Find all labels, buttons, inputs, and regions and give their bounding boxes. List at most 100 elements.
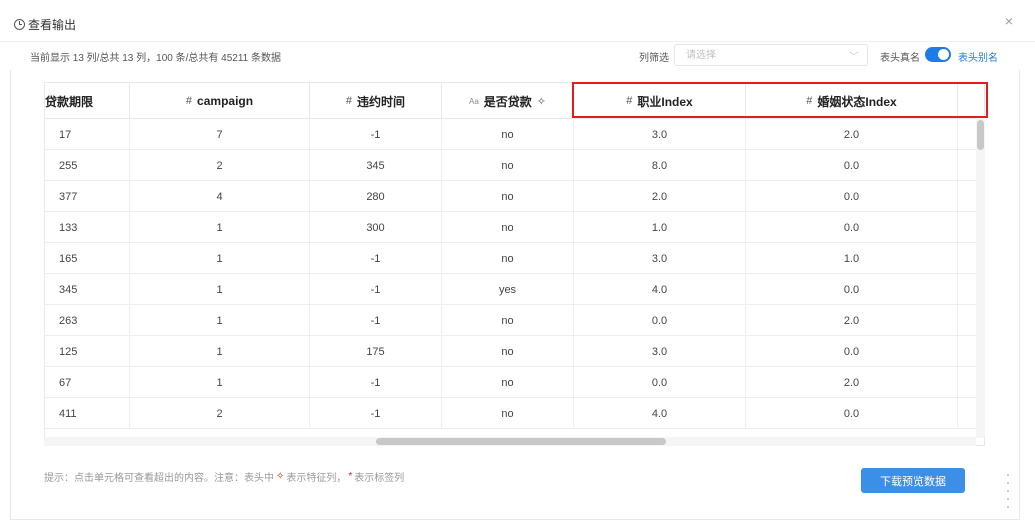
- table-row: 165 1 -1 no 3.0 1.0: [45, 243, 984, 274]
- table-row: 411 2 -1 no 4.0 0.0: [45, 398, 984, 429]
- cell-job-index[interactable]: 4.0: [574, 398, 746, 428]
- cell-default-time[interactable]: -1: [310, 367, 442, 397]
- table-row: 67 1 -1 no 0.0 2.0: [45, 367, 984, 398]
- cell-loan-term[interactable]: 67: [45, 367, 130, 397]
- cell-has-loan[interactable]: no: [442, 181, 574, 211]
- close-icon[interactable]: ×: [1005, 13, 1013, 29]
- cell-job-index[interactable]: 3.0: [574, 119, 746, 149]
- column-filter-select[interactable]: ﹀: [674, 44, 868, 66]
- cell-loan-term[interactable]: 17: [45, 119, 130, 149]
- cell-campaign[interactable]: 2: [130, 398, 310, 428]
- column-header-campaign[interactable]: # campaign: [130, 83, 310, 119]
- column-header-has-loan[interactable]: Aa 是否贷款 ✧: [442, 83, 574, 119]
- cell-has-loan[interactable]: no: [442, 243, 574, 273]
- cell-job-index[interactable]: 8.0: [574, 150, 746, 180]
- cell-marital-index[interactable]: 0.0: [746, 274, 958, 304]
- header-alias-toggle[interactable]: [925, 47, 951, 62]
- column-header-loan-term[interactable]: 贷款期限: [45, 83, 130, 119]
- cell-has-loan[interactable]: no: [442, 212, 574, 242]
- cell-has-loan[interactable]: no: [442, 305, 574, 335]
- cell-campaign[interactable]: 4: [130, 181, 310, 211]
- cell-default-time[interactable]: -1: [310, 119, 442, 149]
- table-row: 263 1 -1 no 0.0 2.0: [45, 305, 984, 336]
- table-row: 255 2 345 no 8.0 0.0: [45, 150, 984, 181]
- cell-campaign[interactable]: 1: [130, 367, 310, 397]
- cell-job-index[interactable]: 0.0: [574, 367, 746, 397]
- header-divider: [0, 41, 1035, 42]
- cell-has-loan[interactable]: no: [442, 150, 574, 180]
- cell-default-time[interactable]: 300: [310, 212, 442, 242]
- data-table: 贷款期限 # campaign # 违约时间 Aa 是否贷款 ✧ # 职业Ind…: [44, 82, 985, 446]
- column-header-label: 违约时间: [357, 94, 406, 109]
- cell-campaign[interactable]: 1: [130, 305, 310, 335]
- dialog-title: 查看输出: [28, 17, 77, 32]
- cell-job-index[interactable]: 3.0: [574, 336, 746, 366]
- cell-has-loan[interactable]: yes: [442, 274, 574, 304]
- cell-default-time[interactable]: 345: [310, 150, 442, 180]
- cell-default-time[interactable]: -1: [310, 243, 442, 273]
- cell-job-index[interactable]: 0.0: [574, 305, 746, 335]
- cell-loan-term[interactable]: 133: [45, 212, 130, 242]
- cell-job-index[interactable]: 2.0: [574, 181, 746, 211]
- cell-campaign[interactable]: 2: [130, 150, 310, 180]
- table-row: 345 1 -1 yes 4.0 0.0: [45, 274, 984, 305]
- cell-loan-term[interactable]: 411: [45, 398, 130, 428]
- feature-column-icon: ✧: [536, 95, 547, 108]
- output-dialog: 查看输出 × 当前显示 13 列/总共 13 列，100 条/总共有 45211…: [0, 0, 1035, 530]
- toggle-knob: [938, 49, 949, 60]
- highlight-box: [572, 82, 988, 118]
- cell-job-index[interactable]: 1.0: [574, 212, 746, 242]
- cell-campaign[interactable]: 7: [130, 119, 310, 149]
- numeric-type-icon: #: [345, 95, 353, 107]
- cell-campaign[interactable]: 1: [130, 336, 310, 366]
- cell-marital-index[interactable]: 0.0: [746, 336, 958, 366]
- cell-marital-index[interactable]: 0.0: [746, 150, 958, 180]
- cell-marital-index[interactable]: 1.0: [746, 243, 958, 273]
- cell-marital-index[interactable]: 0.0: [746, 398, 958, 428]
- cell-loan-term[interactable]: 125: [45, 336, 130, 366]
- cell-marital-index[interactable]: 0.0: [746, 181, 958, 211]
- cell-has-loan[interactable]: no: [442, 367, 574, 397]
- cell-default-time[interactable]: -1: [310, 398, 442, 428]
- cell-loan-term[interactable]: 165: [45, 243, 130, 273]
- cell-has-loan[interactable]: no: [442, 398, 574, 428]
- data-summary: 当前显示 13 列/总共 13 列，100 条/总共有 45211 条数据: [30, 53, 282, 64]
- cell-has-loan[interactable]: no: [442, 119, 574, 149]
- column-header-default-time[interactable]: # 违约时间: [310, 83, 442, 119]
- clock-icon: [14, 18, 25, 30]
- cell-marital-index[interactable]: 2.0: [746, 367, 958, 397]
- alias-label: 表头别名: [958, 53, 998, 64]
- cell-marital-index[interactable]: 2.0: [746, 305, 958, 335]
- table-row: 125 1 175 no 3.0 0.0: [45, 336, 984, 367]
- resize-grip-icon[interactable]: [1007, 474, 1009, 514]
- cell-has-loan[interactable]: no: [442, 336, 574, 366]
- download-preview-button[interactable]: 下载预览数据: [861, 468, 965, 493]
- horizontal-scroll-thumb[interactable]: [376, 438, 666, 445]
- cell-campaign[interactable]: 1: [130, 243, 310, 273]
- cell-marital-index[interactable]: 0.0: [746, 212, 958, 242]
- cell-loan-term[interactable]: 345: [45, 274, 130, 304]
- cell-campaign[interactable]: 1: [130, 274, 310, 304]
- cell-marital-index[interactable]: 2.0: [746, 119, 958, 149]
- cell-default-time[interactable]: -1: [310, 305, 442, 335]
- cell-loan-term[interactable]: 263: [45, 305, 130, 335]
- real-name-label: 表头真名: [880, 53, 920, 64]
- horizontal-scrollbar[interactable]: [44, 437, 976, 446]
- vertical-scroll-thumb[interactable]: [977, 120, 984, 150]
- cell-default-time[interactable]: 280: [310, 181, 442, 211]
- cell-default-time[interactable]: -1: [310, 274, 442, 304]
- cell-campaign[interactable]: 1: [130, 212, 310, 242]
- chevron-down-icon: ﹀: [849, 52, 859, 63]
- cell-default-time[interactable]: 175: [310, 336, 442, 366]
- table-row: 133 1 300 no 1.0 0.0: [45, 212, 984, 243]
- cell-loan-term[interactable]: 377: [45, 181, 130, 211]
- column-header-label: campaign: [197, 94, 254, 108]
- cell-job-index[interactable]: 4.0: [574, 274, 746, 304]
- column-filter-label: 列筛选: [639, 53, 669, 64]
- cell-loan-term[interactable]: 255: [45, 150, 130, 180]
- cell-job-index[interactable]: 3.0: [574, 243, 746, 273]
- hint-label: 表示标签列: [354, 473, 405, 484]
- column-filter-input[interactable]: [675, 45, 835, 66]
- column-header-label: 是否贷款: [483, 94, 532, 109]
- vertical-scrollbar[interactable]: [976, 118, 985, 438]
